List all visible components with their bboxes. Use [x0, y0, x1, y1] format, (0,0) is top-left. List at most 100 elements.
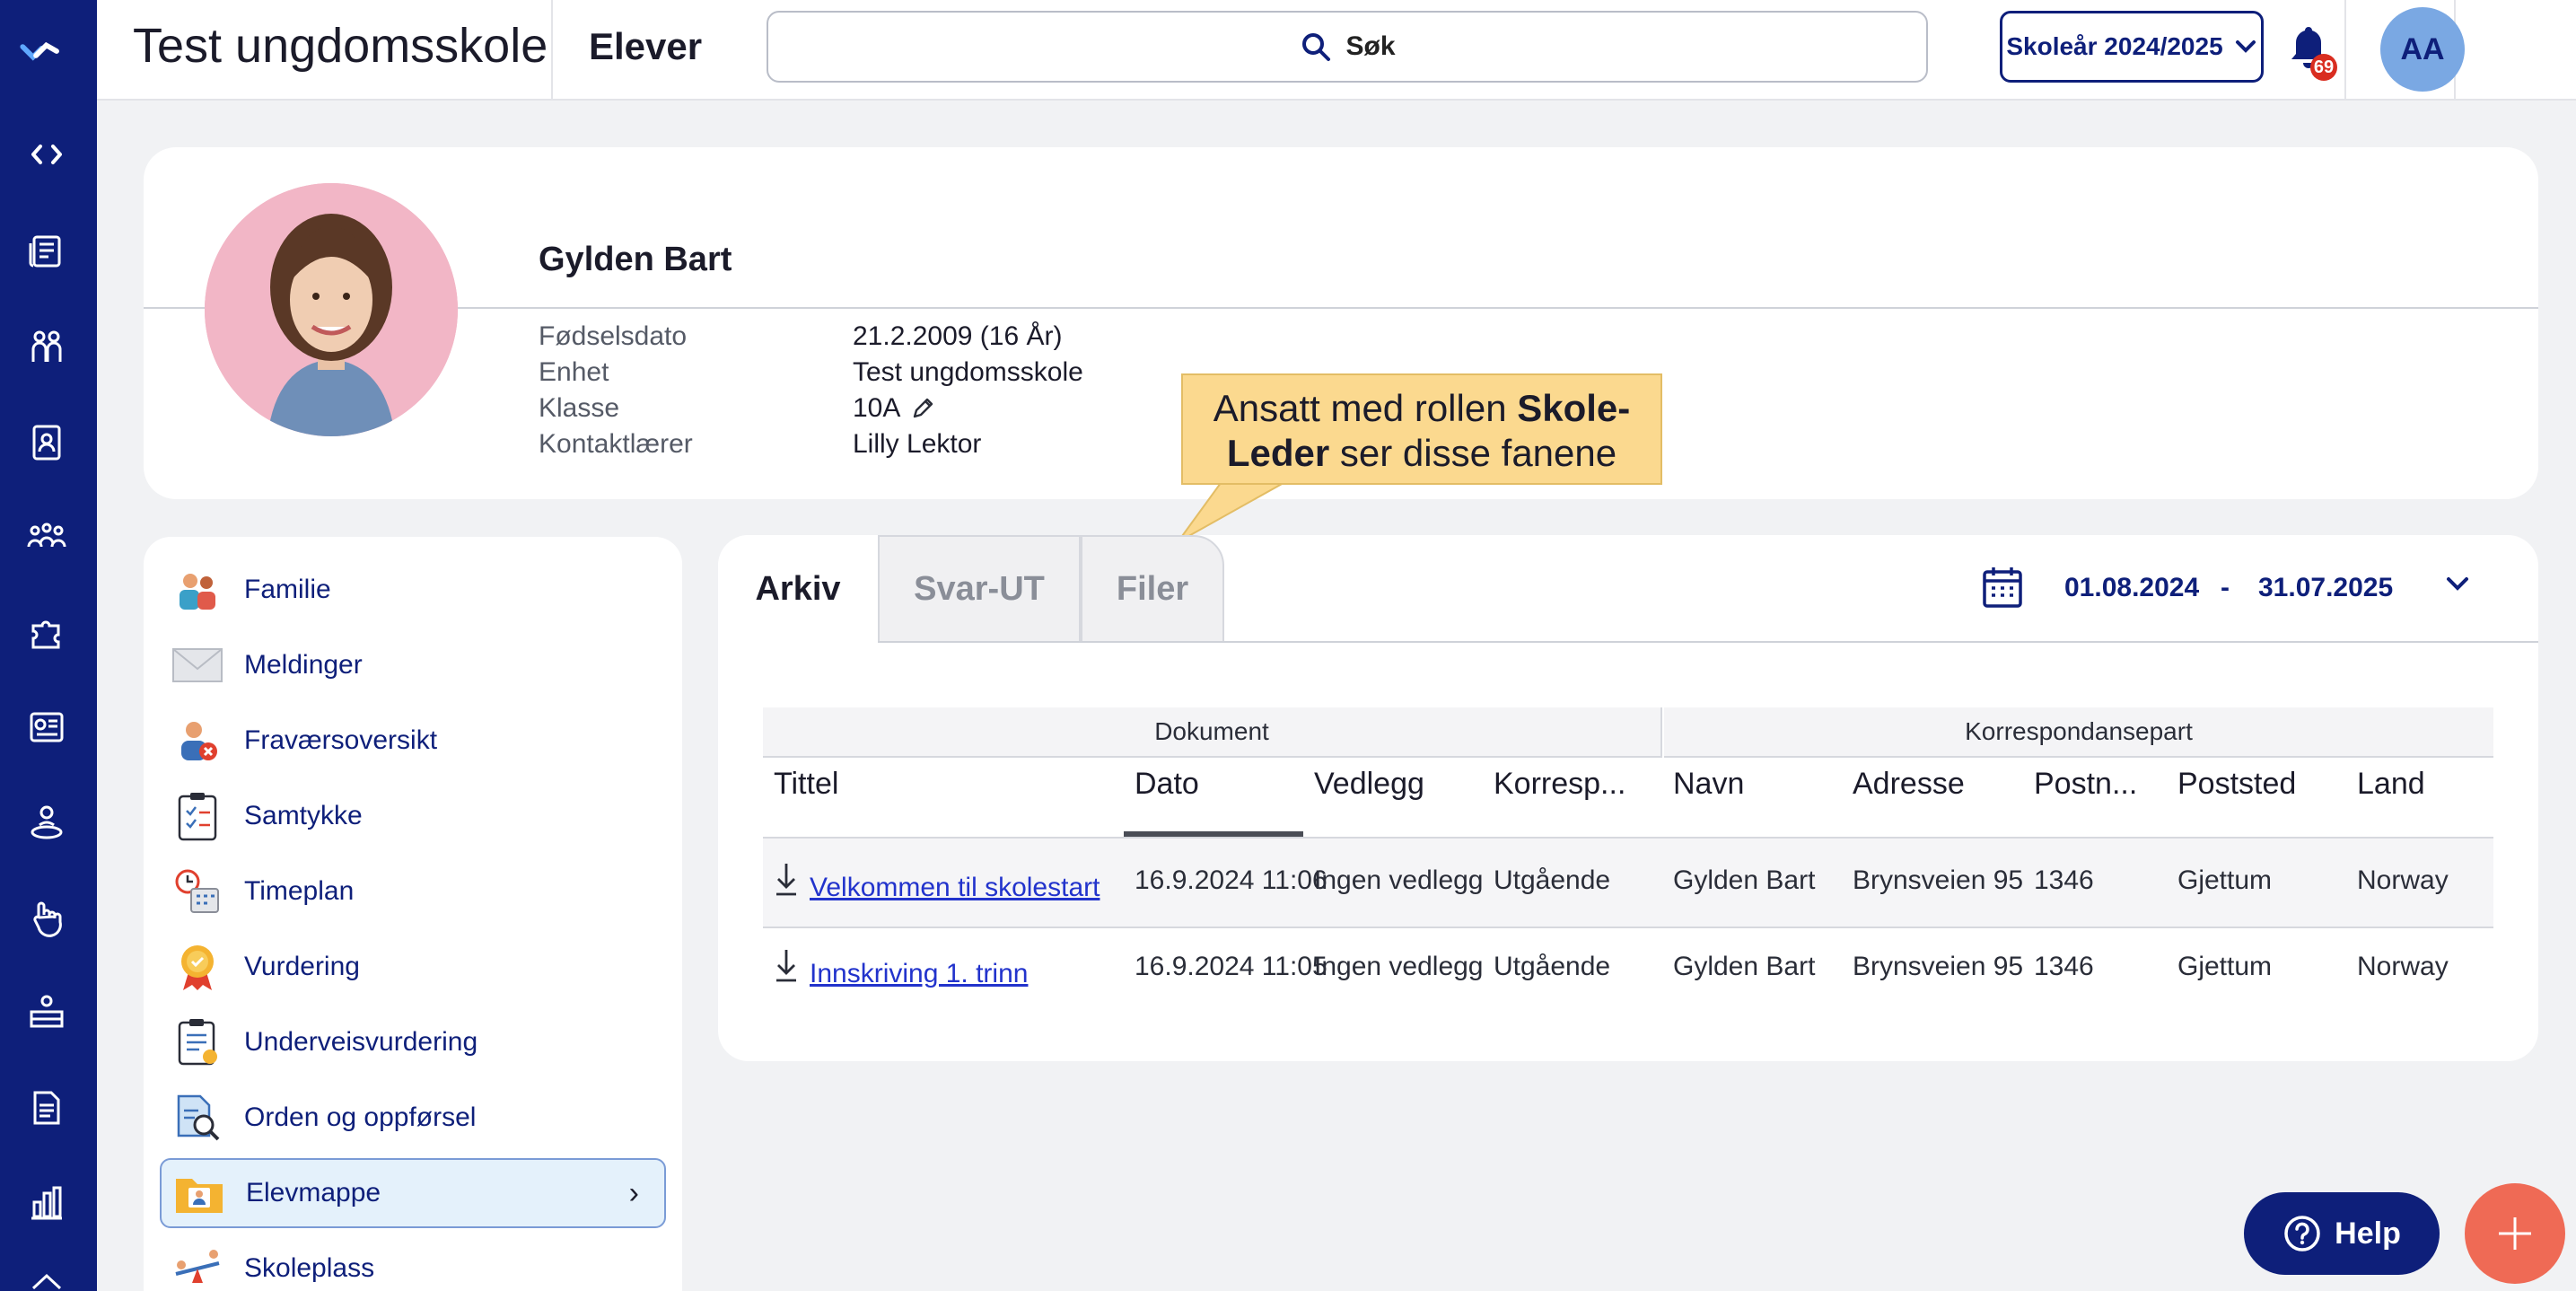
left-nav-rail — [0, 0, 97, 1291]
menu-item-timeplan[interactable]: Timeplan — [160, 856, 666, 927]
user-avatar[interactable]: AA — [2380, 7, 2465, 92]
table-cell-address: Brynsveien 95 — [1853, 865, 2024, 895]
tab-filer[interactable]: Filer — [1081, 535, 1224, 643]
menu-item-label: Meldinger — [244, 650, 363, 680]
menu-item-label: Orden og oppførsel — [244, 1102, 477, 1132]
field-label: Kontaktlærer — [539, 429, 693, 459]
person-globe-icon[interactable] — [23, 799, 70, 846]
calendar-icon[interactable] — [1982, 566, 2023, 609]
table-row[interactable]: Velkommen til skolestart 16.9.2024 11:06… — [763, 839, 2493, 927]
menu-item-underveisvurdering[interactable]: Underveisvurdering — [160, 1007, 666, 1077]
sort-indicator — [1124, 831, 1303, 837]
field-label: Klasse — [539, 393, 620, 423]
id-badge-icon[interactable] — [23, 418, 70, 465]
menu-item-vurdering[interactable]: Vurdering — [160, 932, 666, 1002]
table-row[interactable]: Innskriving 1. trinn 16.9.2024 11:05 Ing… — [763, 928, 2493, 1016]
app-logo[interactable] — [20, 31, 70, 66]
module-title: Elever — [589, 25, 703, 67]
column-header-tittel[interactable]: Tittel — [774, 767, 838, 802]
document-icon[interactable] — [23, 1085, 70, 1131]
column-header-adresse[interactable]: Adresse — [1853, 767, 1965, 802]
callout-text: Ansatt med rollen — [1213, 387, 1518, 429]
divider — [2344, 0, 2346, 101]
puzzle-icon[interactable] — [23, 609, 70, 655]
field-label: Enhet — [539, 357, 609, 387]
column-header-poststed[interactable]: Poststed — [2177, 767, 2296, 802]
student-name: Gylden Bart — [539, 241, 732, 278]
download-icon[interactable] — [774, 860, 799, 898]
document-title-link[interactable]: Velkommen til skolestart — [810, 873, 1100, 903]
table-cell-city: Gjettum — [2177, 952, 2273, 981]
schedule-board-icon[interactable] — [23, 704, 70, 751]
bar-chart-icon[interactable] — [23, 1180, 70, 1226]
class-value: 10A — [853, 393, 936, 424]
plus-icon — [2499, 1217, 2531, 1250]
download-icon[interactable] — [774, 946, 799, 984]
column-header-postnummer[interactable]: Postn... — [2034, 767, 2137, 802]
date-separator: - — [2221, 573, 2230, 602]
column-header-korresp[interactable]: Korresp... — [1494, 767, 1625, 802]
search-input[interactable]: Søk — [767, 11, 1928, 83]
consent-clipboard-icon — [169, 787, 226, 845]
notification-badge: 69 — [2310, 54, 2337, 81]
tab-arkiv[interactable]: Arkiv — [718, 535, 878, 643]
expand-collapse-icon[interactable] — [23, 131, 70, 178]
help-button[interactable]: Help — [2244, 1192, 2440, 1275]
field-label: Fødselsdato — [539, 321, 688, 351]
document-title-link[interactable]: Innskriving 1. trinn — [810, 959, 1028, 989]
group-header-dokument: Dokument — [763, 707, 1662, 758]
menu-item-label: Fraværsoversikt — [244, 725, 438, 755]
menu-item-meldinger[interactable]: Meldinger — [160, 630, 666, 700]
table-cell-country: Norway — [2357, 865, 2449, 895]
field-value: 10A — [853, 393, 901, 423]
students-icon[interactable] — [23, 323, 70, 370]
menu-item-label: Timeplan — [244, 876, 355, 906]
assessment-clipboard-icon — [169, 1014, 226, 1071]
divider — [144, 307, 2538, 309]
news-icon[interactable] — [23, 228, 70, 275]
date-from[interactable]: 01.08.2024 — [2064, 573, 2199, 603]
menu-item-fravaersoversikt[interactable]: Fraværsoversikt — [160, 706, 666, 776]
student-folder-icon — [171, 1164, 228, 1222]
menu-item-label: Elevmappe — [246, 1178, 381, 1208]
field-value: 21.2.2009 (16 År) — [853, 321, 1063, 351]
table-cell-date: 16.9.2024 11:05 — [1135, 952, 1327, 981]
table-cell-name: Gylden Bart — [1673, 865, 1816, 895]
school-name: Test ungdomsskole — [133, 19, 548, 73]
table-cell-attachment: Ingen vedlegg — [1314, 865, 1484, 895]
menu-item-skoleplass[interactable]: Skoleplass — [160, 1234, 666, 1291]
document-search-icon — [169, 1089, 226, 1146]
menu-item-label: Underveisvurdering — [244, 1027, 478, 1057]
question-circle-icon — [2284, 1216, 2320, 1251]
column-header-vedlegg[interactable]: Vedlegg — [1314, 767, 1424, 802]
medal-icon — [169, 938, 226, 996]
menu-item-label: Familie — [244, 575, 331, 604]
tab-bar: Arkiv Svar-UT Filer — [718, 535, 1224, 643]
raised-hand-icon[interactable] — [23, 894, 70, 941]
desk-icon[interactable] — [23, 989, 70, 1036]
home-icon[interactable] — [23, 1266, 70, 1291]
table-cell-date: 16.9.2024 11:06 — [1135, 865, 1327, 895]
student-side-menu: Familie Meldinger Fraværsoversikt Samtyk… — [144, 537, 682, 1291]
school-year-dropdown[interactable]: Skoleår 2024/2025 — [2000, 11, 2264, 83]
column-header-dato[interactable]: Dato — [1135, 767, 1199, 802]
menu-item-familie[interactable]: Familie — [160, 555, 666, 625]
envelope-icon — [169, 637, 226, 694]
search-placeholder: Søk — [1345, 31, 1396, 61]
pencil-icon[interactable] — [909, 395, 936, 422]
field-value: Lilly Lektor — [853, 429, 982, 459]
column-header-navn[interactable]: Navn — [1673, 767, 1744, 802]
chevron-down-icon[interactable] — [2440, 566, 2475, 602]
group-header-korrespondansepart: Korrespondansepart — [1664, 707, 2493, 758]
family-icon — [169, 561, 226, 619]
date-to[interactable]: 31.07.2025 — [2258, 573, 2393, 603]
menu-item-orden-og-oppforsel[interactable]: Orden og oppførsel — [160, 1083, 666, 1153]
table-cell-direction: Utgående — [1494, 865, 1611, 895]
birthdate-value: 21.2.2009 (16 År) — [853, 321, 1062, 352]
column-header-land[interactable]: Land — [2357, 767, 2425, 802]
tab-svar-ut[interactable]: Svar-UT — [878, 535, 1081, 643]
menu-item-elevmappe[interactable]: Elevmappe › — [160, 1158, 666, 1228]
add-button[interactable] — [2465, 1183, 2565, 1284]
menu-item-samtykke[interactable]: Samtykke — [160, 781, 666, 851]
groups-icon[interactable] — [23, 514, 70, 560]
